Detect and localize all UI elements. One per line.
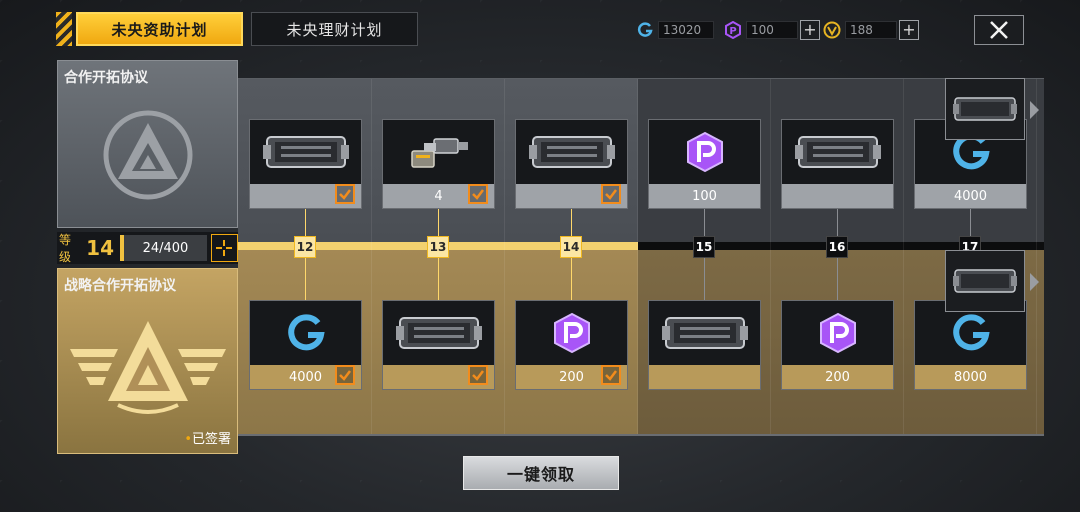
weapon-crate-icon xyxy=(953,97,1017,121)
tier-level-badge: 12 xyxy=(294,236,316,258)
upper-reward-card[interactable] xyxy=(515,119,628,209)
upper-reward-card[interactable] xyxy=(249,119,362,209)
premium-pass-title: 战略合作开拓协议 xyxy=(64,278,176,294)
tier-level-badge: 15 xyxy=(693,236,715,258)
tab-funding-plan[interactable]: 未央资助计划 xyxy=(76,12,243,46)
p-coin-icon: P xyxy=(725,21,741,39)
basic-pass-panel: 合作开拓协议 xyxy=(57,60,238,228)
column-separator xyxy=(1036,79,1037,434)
close-icon xyxy=(990,21,1008,39)
currency-g: 13020 xyxy=(636,20,714,40)
claimed-check-icon xyxy=(335,365,355,385)
column-separator xyxy=(637,79,638,434)
level-label: 等级 xyxy=(59,233,72,264)
upper-reward-card[interactable]: 100 xyxy=(648,119,761,209)
lower-reward-card[interactable]: 8000 xyxy=(914,300,1027,390)
weapon-crate-icon xyxy=(953,269,1017,293)
add-v-coin-button[interactable]: + xyxy=(899,20,919,40)
close-button[interactable] xyxy=(974,15,1024,45)
claimed-check-icon xyxy=(601,184,621,204)
p-coin-icon xyxy=(649,120,760,184)
p-coin-icon xyxy=(782,301,893,365)
weapon-parts-icon xyxy=(383,120,494,184)
upper-scroll-right-icon[interactable] xyxy=(1030,101,1039,119)
hazard-stripe-decoration xyxy=(56,12,72,46)
reward-quantity: 100 xyxy=(649,184,760,208)
lower-reward-card[interactable] xyxy=(648,300,761,390)
premium-pass-panel: 战略合作开拓协议 •已签署 xyxy=(57,268,238,454)
p-coin-icon xyxy=(516,301,627,365)
reward-quantity: 200 xyxy=(782,365,893,389)
exp-progress: 24/400 xyxy=(120,235,207,261)
upper-next-reward-preview[interactable] xyxy=(945,78,1025,140)
lower-scroll-right-icon[interactable] xyxy=(1030,273,1039,291)
top-bar: 未央资助计划 未央理财计划 13020 P 100 + 188 + xyxy=(0,0,1080,50)
buy-level-button[interactable] xyxy=(210,234,238,262)
currency-p-value: 100 xyxy=(746,21,798,39)
upper-reward-card[interactable] xyxy=(781,119,894,209)
reward-quantity: 4000 xyxy=(915,184,1026,208)
reward-quantity: 8000 xyxy=(915,365,1026,389)
claim-all-button[interactable]: 一键领取 xyxy=(463,456,619,490)
currency-g-value: 13020 xyxy=(658,21,714,39)
tier-level-badge: 13 xyxy=(427,236,449,258)
claimed-check-icon xyxy=(335,184,355,204)
column-separator xyxy=(371,79,372,434)
basic-pass-title: 合作开拓协议 xyxy=(64,70,148,86)
basic-pass-emblem-icon xyxy=(103,110,193,200)
weapon-crate-icon xyxy=(516,120,627,184)
g-coin-icon xyxy=(637,22,653,37)
weapon-crate-icon xyxy=(250,120,361,184)
claimed-check-icon xyxy=(601,365,621,385)
level-value: 14 xyxy=(86,236,114,260)
currency-v-value: 188 xyxy=(845,21,897,39)
tier-level-badge: 14 xyxy=(560,236,582,258)
add-p-coin-button[interactable]: + xyxy=(800,20,820,40)
tab-finance-plan[interactable]: 未央理财计划 xyxy=(251,12,418,46)
v-coin-icon xyxy=(823,21,841,39)
currency-p: P 100 + xyxy=(724,20,820,40)
reward-quantity xyxy=(649,365,760,389)
crosshair-plus-icon xyxy=(216,240,233,256)
column-separator xyxy=(903,79,904,434)
currency-v: 188 + xyxy=(823,20,919,40)
column-separator xyxy=(770,79,771,434)
lower-reward-card[interactable]: 200 xyxy=(515,300,628,390)
level-row: 等级 14 24/400 xyxy=(57,232,238,264)
signed-label: 已签署 xyxy=(191,432,231,447)
weapon-crate-icon xyxy=(383,301,494,365)
reward-quantity xyxy=(782,184,893,208)
column-separator xyxy=(504,79,505,434)
lower-reward-card[interactable]: 200 xyxy=(781,300,894,390)
lower-reward-card[interactable] xyxy=(382,300,495,390)
signed-status: •已签署 xyxy=(184,432,231,447)
upper-reward-card[interactable]: 4 xyxy=(382,119,495,209)
claimed-check-icon xyxy=(468,184,488,204)
premium-pass-emblem-icon xyxy=(70,321,226,414)
weapon-crate-icon xyxy=(782,120,893,184)
g-coin-icon xyxy=(250,301,361,365)
svg-text:P: P xyxy=(729,26,736,37)
weapon-crate-icon xyxy=(649,301,760,365)
claimed-check-icon xyxy=(468,365,488,385)
tier-level-badge: 16 xyxy=(826,236,848,258)
lower-reward-card[interactable]: 4000 xyxy=(249,300,362,390)
lower-next-reward-preview[interactable] xyxy=(945,250,1025,312)
reward-track[interactable]: 12 4000 13 4 14 200 15 100 16 200 17 4000 8000 xyxy=(238,78,1044,436)
